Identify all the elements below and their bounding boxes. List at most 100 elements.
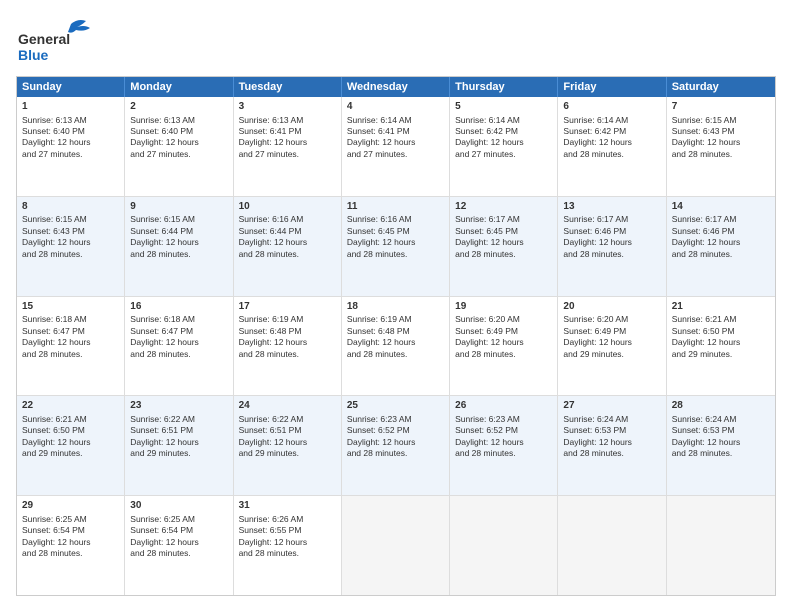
day-info-line: Sunset: 6:45 PM <box>347 226 444 237</box>
calendar-header-cell: Monday <box>125 77 233 97</box>
calendar-cell: 3Sunrise: 6:13 AMSunset: 6:41 PMDaylight… <box>234 97 342 196</box>
day-info-line: Daylight: 12 hours <box>563 237 660 248</box>
calendar-body: 1Sunrise: 6:13 AMSunset: 6:40 PMDaylight… <box>17 97 775 595</box>
day-info-line: Sunrise: 6:23 AM <box>347 414 444 425</box>
day-number: 15 <box>22 300 119 314</box>
calendar-cell: 13Sunrise: 6:17 AMSunset: 6:46 PMDayligh… <box>558 197 666 296</box>
day-info-line: and 28 minutes. <box>455 448 552 459</box>
day-info-line: Sunset: 6:50 PM <box>672 326 770 337</box>
day-number: 8 <box>22 200 119 214</box>
day-info-line: Sunrise: 6:21 AM <box>672 314 770 325</box>
day-info-line: Sunrise: 6:15 AM <box>672 115 770 126</box>
day-number: 11 <box>347 200 444 214</box>
day-number: 27 <box>563 399 660 413</box>
calendar-cell: 26Sunrise: 6:23 AMSunset: 6:52 PMDayligh… <box>450 396 558 495</box>
calendar-cell: 23Sunrise: 6:22 AMSunset: 6:51 PMDayligh… <box>125 396 233 495</box>
day-info-line: Sunrise: 6:15 AM <box>22 214 119 225</box>
day-info-line: and 28 minutes. <box>672 249 770 260</box>
svg-text:Blue: Blue <box>18 47 49 63</box>
header: General Blue <box>16 16 776 66</box>
day-info-line: Sunset: 6:46 PM <box>672 226 770 237</box>
day-info-line: and 27 minutes. <box>239 149 336 160</box>
day-info-line: and 28 minutes. <box>22 548 119 559</box>
calendar-cell: 8Sunrise: 6:15 AMSunset: 6:43 PMDaylight… <box>17 197 125 296</box>
day-info-line: Sunrise: 6:15 AM <box>130 214 227 225</box>
day-info-line: Daylight: 12 hours <box>22 337 119 348</box>
calendar-header-cell: Saturday <box>667 77 775 97</box>
calendar-cell: 17Sunrise: 6:19 AMSunset: 6:48 PMDayligh… <box>234 297 342 396</box>
day-number: 14 <box>672 200 770 214</box>
day-number: 17 <box>239 300 336 314</box>
day-info-line: and 27 minutes. <box>347 149 444 160</box>
day-info-line: Sunset: 6:49 PM <box>563 326 660 337</box>
day-info-line: and 29 minutes. <box>563 349 660 360</box>
day-info-line: and 28 minutes. <box>130 548 227 559</box>
calendar-header-cell: Thursday <box>450 77 558 97</box>
day-info-line: Sunset: 6:53 PM <box>563 425 660 436</box>
day-info-line: Daylight: 12 hours <box>563 137 660 148</box>
day-info-line: and 28 minutes. <box>672 448 770 459</box>
calendar-header: SundayMondayTuesdayWednesdayThursdayFrid… <box>17 77 775 97</box>
calendar-header-cell: Friday <box>558 77 666 97</box>
day-info-line: Daylight: 12 hours <box>455 137 552 148</box>
calendar-cell: 30Sunrise: 6:25 AMSunset: 6:54 PMDayligh… <box>125 496 233 595</box>
day-info-line: Sunset: 6:42 PM <box>563 126 660 137</box>
calendar-header-cell: Wednesday <box>342 77 450 97</box>
day-number: 12 <box>455 200 552 214</box>
day-info-line: Daylight: 12 hours <box>239 137 336 148</box>
day-info-line: Sunrise: 6:19 AM <box>347 314 444 325</box>
day-number: 23 <box>130 399 227 413</box>
calendar-cell: 22Sunrise: 6:21 AMSunset: 6:50 PMDayligh… <box>17 396 125 495</box>
day-number: 20 <box>563 300 660 314</box>
day-info-line: Daylight: 12 hours <box>455 237 552 248</box>
day-info-line: Daylight: 12 hours <box>239 237 336 248</box>
day-info-line: and 28 minutes. <box>22 249 119 260</box>
day-info-line: Sunrise: 6:14 AM <box>455 115 552 126</box>
day-info-line: and 28 minutes. <box>239 249 336 260</box>
day-info-line: and 27 minutes. <box>455 149 552 160</box>
day-info-line: and 28 minutes. <box>563 448 660 459</box>
calendar-cell: 5Sunrise: 6:14 AMSunset: 6:42 PMDaylight… <box>450 97 558 196</box>
day-info-line: and 28 minutes. <box>22 349 119 360</box>
day-info-line: and 28 minutes. <box>130 349 227 360</box>
day-info-line: Daylight: 12 hours <box>347 137 444 148</box>
day-info-line: Daylight: 12 hours <box>347 437 444 448</box>
day-number: 9 <box>130 200 227 214</box>
day-info-line: Sunrise: 6:26 AM <box>239 514 336 525</box>
day-info-line: Sunset: 6:52 PM <box>455 425 552 436</box>
calendar-row: 1Sunrise: 6:13 AMSunset: 6:40 PMDaylight… <box>17 97 775 197</box>
day-info-line: Daylight: 12 hours <box>22 237 119 248</box>
calendar-cell: 15Sunrise: 6:18 AMSunset: 6:47 PMDayligh… <box>17 297 125 396</box>
day-info-line: Sunrise: 6:17 AM <box>455 214 552 225</box>
calendar-cell: 6Sunrise: 6:14 AMSunset: 6:42 PMDaylight… <box>558 97 666 196</box>
day-info-line: Sunrise: 6:14 AM <box>563 115 660 126</box>
day-info-line: Daylight: 12 hours <box>672 437 770 448</box>
day-number: 3 <box>239 100 336 114</box>
calendar-cell: 14Sunrise: 6:17 AMSunset: 6:46 PMDayligh… <box>667 197 775 296</box>
day-number: 21 <box>672 300 770 314</box>
day-info-line: Daylight: 12 hours <box>22 137 119 148</box>
day-info-line: Daylight: 12 hours <box>455 337 552 348</box>
day-info-line: Sunrise: 6:13 AM <box>130 115 227 126</box>
day-info-line: Sunset: 6:40 PM <box>130 126 227 137</box>
calendar-cell: 24Sunrise: 6:22 AMSunset: 6:51 PMDayligh… <box>234 396 342 495</box>
day-info-line: and 28 minutes. <box>563 249 660 260</box>
day-info-line: and 29 minutes. <box>22 448 119 459</box>
day-info-line: Sunrise: 6:24 AM <box>672 414 770 425</box>
day-info-line: Sunrise: 6:17 AM <box>563 214 660 225</box>
day-info-line: Sunset: 6:50 PM <box>22 425 119 436</box>
day-info-line: Sunset: 6:51 PM <box>239 425 336 436</box>
day-info-line: Sunset: 6:43 PM <box>672 126 770 137</box>
day-info-line: Sunset: 6:47 PM <box>22 326 119 337</box>
logo: General Blue <box>16 16 96 66</box>
day-number: 13 <box>563 200 660 214</box>
calendar-cell <box>450 496 558 595</box>
day-info-line: Sunset: 6:44 PM <box>239 226 336 237</box>
calendar-cell: 20Sunrise: 6:20 AMSunset: 6:49 PMDayligh… <box>558 297 666 396</box>
day-info-line: Sunrise: 6:18 AM <box>22 314 119 325</box>
calendar-cell: 21Sunrise: 6:21 AMSunset: 6:50 PMDayligh… <box>667 297 775 396</box>
page: General Blue SundayMondayTuesdayWednesda… <box>0 0 792 612</box>
day-info-line: Daylight: 12 hours <box>563 337 660 348</box>
calendar-cell: 4Sunrise: 6:14 AMSunset: 6:41 PMDaylight… <box>342 97 450 196</box>
day-info-line: Sunset: 6:41 PM <box>239 126 336 137</box>
